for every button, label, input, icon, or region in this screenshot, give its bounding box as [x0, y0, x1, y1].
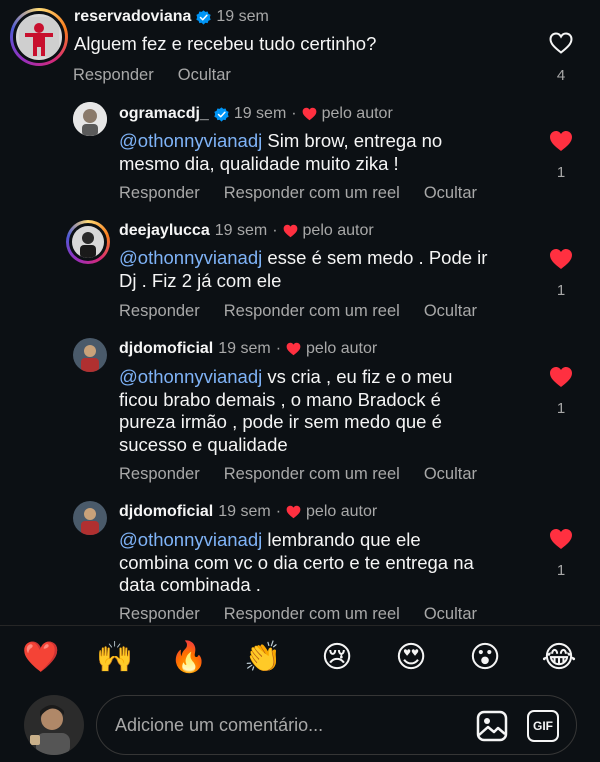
- comment-time: 19 sem: [218, 503, 271, 520]
- like-count: 1: [556, 282, 566, 299]
- reply-with-reel-button[interactable]: Responder com um reel: [224, 605, 400, 624]
- heart-filled-icon: [286, 342, 301, 356]
- composer-divider: [0, 625, 600, 626]
- liked-by-author-label: pelo autor: [306, 503, 378, 520]
- hide-button[interactable]: Ocultar: [424, 184, 477, 203]
- verified-badge-icon: [196, 9, 212, 25]
- comment-line: mesmo dia, qualidade muito zika !: [119, 152, 399, 174]
- gif-icon[interactable]: GIF: [527, 710, 559, 742]
- heart-outline-icon[interactable]: [549, 32, 573, 54]
- avatar-image: [19, 17, 59, 57]
- comment-line: @othonnyvianadj Sim brow, entrega no: [119, 130, 443, 151]
- liked-by-author-label: pelo autor: [306, 340, 378, 357]
- separator-dot: ·: [291, 105, 297, 122]
- heart-filled-icon: [302, 107, 316, 121]
- hide-button[interactable]: Ocultar: [424, 302, 477, 321]
- username[interactable]: djdomoficial: [119, 503, 213, 521]
- reply-with-reel-button[interactable]: Responder com um reel: [224, 184, 400, 203]
- mention-link[interactable]: @othonnyvianadj: [119, 247, 262, 268]
- emoji-raised-hands-button[interactable]: 🙌: [92, 636, 138, 680]
- comment-line: sucesso e qualidade: [119, 433, 288, 455]
- comment-line: Dj . Fiz 2 já com ele: [119, 269, 282, 291]
- gif-label: GIF: [533, 719, 553, 733]
- comment-time: 19 sem: [233, 105, 287, 122]
- comment-text: Alguem fez e recebeu tudo certinho?: [74, 33, 377, 54]
- reply-with-reel-button[interactable]: Responder com um reel: [224, 302, 400, 321]
- liked-by-author-label: pelo autor: [302, 222, 374, 239]
- like-count: 4: [556, 67, 566, 84]
- username[interactable]: ogramacdj_: [119, 105, 209, 123]
- emoji-heart-button[interactable]: ❤️: [18, 636, 64, 680]
- emoji-surprised-button[interactable]: 😮: [462, 636, 508, 680]
- avatar-image: [73, 102, 107, 136]
- avatar[interactable]: [73, 102, 107, 136]
- current-user-avatar: [24, 695, 84, 755]
- avatar[interactable]: [73, 338, 107, 372]
- heart-filled-icon: [286, 505, 301, 519]
- comment-text: @othonnyvianadj Sim brow, entrega no mes…: [119, 130, 442, 175]
- heart-filled-icon: [283, 224, 297, 238]
- mention-link[interactable]: @othonnyvianadj: [119, 529, 262, 550]
- avatar-image: [72, 226, 104, 258]
- comment-line: @othonnyvianadj esse é sem medo . Pode i…: [119, 247, 488, 268]
- like-count: 1: [556, 400, 566, 417]
- verified-badge-icon: [214, 106, 229, 122]
- comment-text: @othonnyvianadj lembrando que ele combin…: [119, 529, 474, 597]
- avatar[interactable]: [10, 8, 68, 66]
- image-icon[interactable]: [476, 710, 508, 742]
- reply-button[interactable]: Responder: [119, 465, 200, 484]
- avatar[interactable]: [66, 220, 110, 264]
- comment-line: ficou brabo demais , o mano Bradock é: [119, 388, 441, 410]
- avatar-image: [24, 695, 84, 755]
- separator-dot: ·: [275, 340, 282, 357]
- reply-button[interactable]: Responder: [119, 184, 200, 203]
- heart-filled-icon[interactable]: [549, 528, 573, 550]
- comment-line: pureza irmão , pode ir sem medo que é: [119, 411, 442, 432]
- heart-filled-icon[interactable]: [549, 248, 573, 270]
- like-count: 1: [556, 164, 566, 181]
- emoji-crying-button[interactable]: 😢: [314, 636, 360, 680]
- heart-filled-icon[interactable]: [549, 366, 573, 388]
- comment-line: combina com vc o dia certo e te entrega …: [119, 551, 474, 573]
- comment-time: 19 sem: [216, 8, 269, 25]
- comment-time: 19 sem: [218, 340, 271, 357]
- emoji-clap-button[interactable]: 👏: [240, 636, 286, 680]
- emoji-heart-eyes-button[interactable]: 😍: [388, 636, 434, 680]
- comment-input[interactable]: Adicione um comentário... GIF: [96, 695, 577, 755]
- separator-dot: ·: [272, 222, 278, 239]
- comment-line: @othonnyvianadj lembrando que ele: [119, 529, 421, 550]
- username[interactable]: deejaylucca: [119, 222, 210, 240]
- liked-by-author-label: pelo autor: [321, 105, 393, 122]
- emoji-reaction-bar: ❤️ 🙌 🔥 👏 😢 😍 😮 😂: [0, 636, 600, 682]
- comment-input-placeholder: Adicione um comentário...: [115, 715, 324, 735]
- emoji-laughing-button[interactable]: 😂: [536, 636, 582, 680]
- reply-with-reel-button[interactable]: Responder com um reel: [224, 465, 400, 484]
- reply-button[interactable]: Responder: [119, 605, 200, 624]
- emoji-fire-button[interactable]: 🔥: [166, 636, 212, 680]
- comment-line: @othonnyvianadj vs cria , eu fiz e o meu: [119, 366, 453, 387]
- heart-filled-icon[interactable]: [549, 130, 573, 152]
- username[interactable]: djdomoficial: [119, 340, 213, 358]
- separator-dot: ·: [275, 503, 282, 520]
- comment-time: 19 sem: [214, 222, 268, 239]
- comment-text: @othonnyvianadj esse é sem medo . Pode i…: [119, 247, 487, 292]
- hide-button[interactable]: Ocultar: [424, 605, 477, 624]
- like-count: 1: [556, 562, 566, 579]
- comment-line: data combinada .: [119, 574, 261, 595]
- hide-button[interactable]: Ocultar: [178, 66, 231, 85]
- hide-button[interactable]: Ocultar: [424, 465, 477, 484]
- reply-button[interactable]: Responder: [73, 66, 154, 85]
- reply-button[interactable]: Responder: [119, 302, 200, 321]
- avatar-image: [73, 501, 107, 535]
- mention-link[interactable]: @othonnyvianadj: [119, 366, 262, 387]
- username[interactable]: reservadoviana: [74, 8, 191, 26]
- mention-link[interactable]: @othonnyvianadj: [119, 130, 262, 151]
- avatar[interactable]: [73, 501, 107, 535]
- avatar-image: [73, 338, 107, 372]
- comment-text: @othonnyvianadj vs cria , eu fiz e o meu…: [119, 366, 452, 456]
